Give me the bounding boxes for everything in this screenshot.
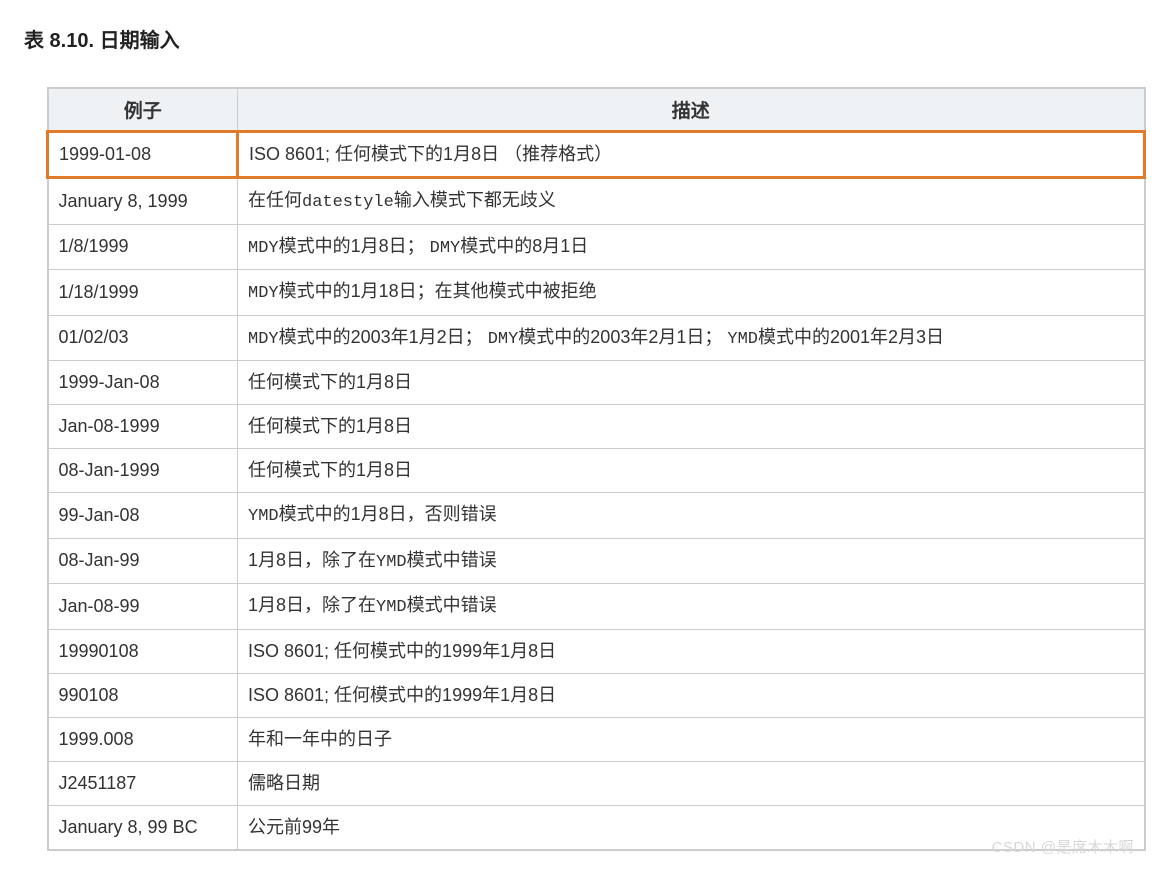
table-header-row: 例子 描述 [48, 88, 1145, 132]
cell-example: 99-Jan-08 [48, 493, 238, 539]
table-container: 例子 描述 1999-01-08ISO 8601; 任何模式下的1月8日 （推荐… [24, 87, 1140, 851]
cell-example: January 8, 99 BC [48, 805, 238, 850]
cell-description: 年和一年中的日子 [238, 717, 1145, 761]
code-span: DMY [488, 330, 519, 349]
cell-description: ISO 8601; 任何模式下的1月8日 （推荐格式） [238, 132, 1145, 178]
cell-example: 01/02/03 [48, 315, 238, 361]
code-span: YMD [376, 598, 407, 617]
table-row: J2451187 儒略日期 [48, 761, 1145, 805]
cell-example: Jan-08-1999 [48, 405, 238, 449]
text-span: 模式中的1月8日； [279, 236, 430, 256]
date-input-table: 例子 描述 1999-01-08 ISO 8601; 任何模式下的1月8日 （推荐… [46, 87, 1146, 851]
col-header-description: 描述 [238, 88, 1145, 132]
cell-description: MDY模式中的1月18日；在其他模式中被拒绝 [238, 270, 1145, 316]
table-row: 08-Jan-1999 任何模式下的1月8日 [48, 449, 1145, 493]
text-span: 在任何 [248, 190, 302, 210]
text-span: 任何模式下的1月8日 [248, 372, 412, 392]
table-row: 19990108 ISO 8601; 任何模式中的1999年1月8日 [48, 629, 1145, 673]
table-row: 1999-01-08 ISO 8601; 任何模式下的1月8日 （推荐格式） [48, 132, 1145, 178]
code-span: YMD [376, 553, 407, 572]
table-row: 1/8/1999MDY模式中的1月8日； DMY模式中的8月1日 [48, 224, 1145, 270]
text-span: 公元前99年 [248, 817, 340, 837]
cell-description: 任何模式下的1月8日 [238, 449, 1145, 493]
cell-description: 公元前99年 [238, 805, 1145, 850]
table-row: Jan-08-1999 任何模式下的1月8日 [48, 405, 1145, 449]
table-row: 01/02/03MDY模式中的2003年1月2日； DMY模式中的2003年2月… [48, 315, 1145, 361]
table-row: 08-Jan-991月8日，除了在YMD模式中错误 [48, 538, 1145, 584]
table-row: 1999-Jan-08 任何模式下的1月8日 [48, 361, 1145, 405]
cell-example: 1999-01-08 [48, 132, 238, 178]
cell-description: ISO 8601; 任何模式中的1999年1月8日 [238, 673, 1145, 717]
cell-example: 08-Jan-1999 [48, 449, 238, 493]
text-span: 模式中的1月18日；在其他模式中被拒绝 [279, 281, 597, 301]
text-span: ISO 8601; 任何模式下的1月8日 （推荐格式） [249, 144, 612, 164]
cell-example: 19990108 [48, 629, 238, 673]
cell-description: 任何模式下的1月8日 [238, 405, 1145, 449]
cell-example: 1/18/1999 [48, 270, 238, 316]
cell-example: 08-Jan-99 [48, 538, 238, 584]
text-span: 1月8日，除了在 [248, 550, 376, 570]
cell-description: 任何模式下的1月8日 [238, 361, 1145, 405]
cell-description: MDY模式中的2003年1月2日； DMY模式中的2003年2月1日； YMD模… [238, 315, 1145, 361]
text-span: 模式中的1月8日，否则错误 [279, 504, 497, 524]
text-span: 模式中错误 [407, 595, 497, 615]
cell-example: J2451187 [48, 761, 238, 805]
text-span: 任何模式下的1月8日 [248, 416, 412, 436]
text-span: 模式中的8月1日 [460, 236, 588, 256]
cell-description: 1月8日，除了在YMD模式中错误 [238, 584, 1145, 630]
text-span: 1月8日，除了在 [248, 595, 376, 615]
text-span: ISO 8601; 任何模式中的1999年1月8日 [248, 641, 556, 661]
cell-example: Jan-08-99 [48, 584, 238, 630]
text-span: 模式中的2001年2月3日 [758, 327, 944, 347]
cell-example: 1/8/1999 [48, 224, 238, 270]
table-row: 99-Jan-08YMD模式中的1月8日，否则错误 [48, 493, 1145, 539]
table-row: January 8, 1999在任何datestyle输入模式下都无歧义 [48, 178, 1145, 225]
cell-description: 在任何datestyle输入模式下都无歧义 [238, 178, 1145, 225]
table-caption: 表 8.10. 日期输入 [24, 24, 1140, 53]
cell-example: January 8, 1999 [48, 178, 238, 225]
code-span: MDY [248, 239, 279, 258]
table-row: Jan-08-991月8日，除了在YMD模式中错误 [48, 584, 1145, 630]
cell-description: MDY模式中的1月8日； DMY模式中的8月1日 [238, 224, 1145, 270]
table-row: 1/18/1999MDY模式中的1月18日；在其他模式中被拒绝 [48, 270, 1145, 316]
text-span: 任何模式下的1月8日 [248, 460, 412, 480]
text-span: 模式中错误 [407, 550, 497, 570]
table-row: 990108 ISO 8601; 任何模式中的1999年1月8日 [48, 673, 1145, 717]
text-span: 模式中的2003年2月1日； [518, 327, 727, 347]
cell-description: 1月8日，除了在YMD模式中错误 [238, 538, 1145, 584]
text-span: 模式中的2003年1月2日； [279, 327, 488, 347]
cell-example: 1999.008 [48, 717, 238, 761]
code-span: MDY [248, 330, 279, 349]
cell-example: 990108 [48, 673, 238, 717]
cell-example: 1999-Jan-08 [48, 361, 238, 405]
code-span: YMD [248, 507, 279, 526]
text-span: ISO 8601; 任何模式中的1999年1月8日 [248, 685, 556, 705]
table-row: 1999.008 年和一年中的日子 [48, 717, 1145, 761]
text-span: 输入模式下都无歧义 [394, 190, 556, 210]
cell-description: ISO 8601; 任何模式中的1999年1月8日 [238, 629, 1145, 673]
code-span: YMD [727, 330, 758, 349]
text-span: 年和一年中的日子 [248, 729, 392, 749]
code-span: MDY [248, 284, 279, 303]
col-header-example: 例子 [48, 88, 238, 132]
table-row: January 8, 99 BC 公元前99年 [48, 805, 1145, 850]
cell-description: YMD模式中的1月8日，否则错误 [238, 493, 1145, 539]
code-span: datestyle [302, 193, 394, 212]
text-span: 儒略日期 [248, 773, 320, 793]
code-span: DMY [430, 239, 461, 258]
cell-description: 儒略日期 [238, 761, 1145, 805]
